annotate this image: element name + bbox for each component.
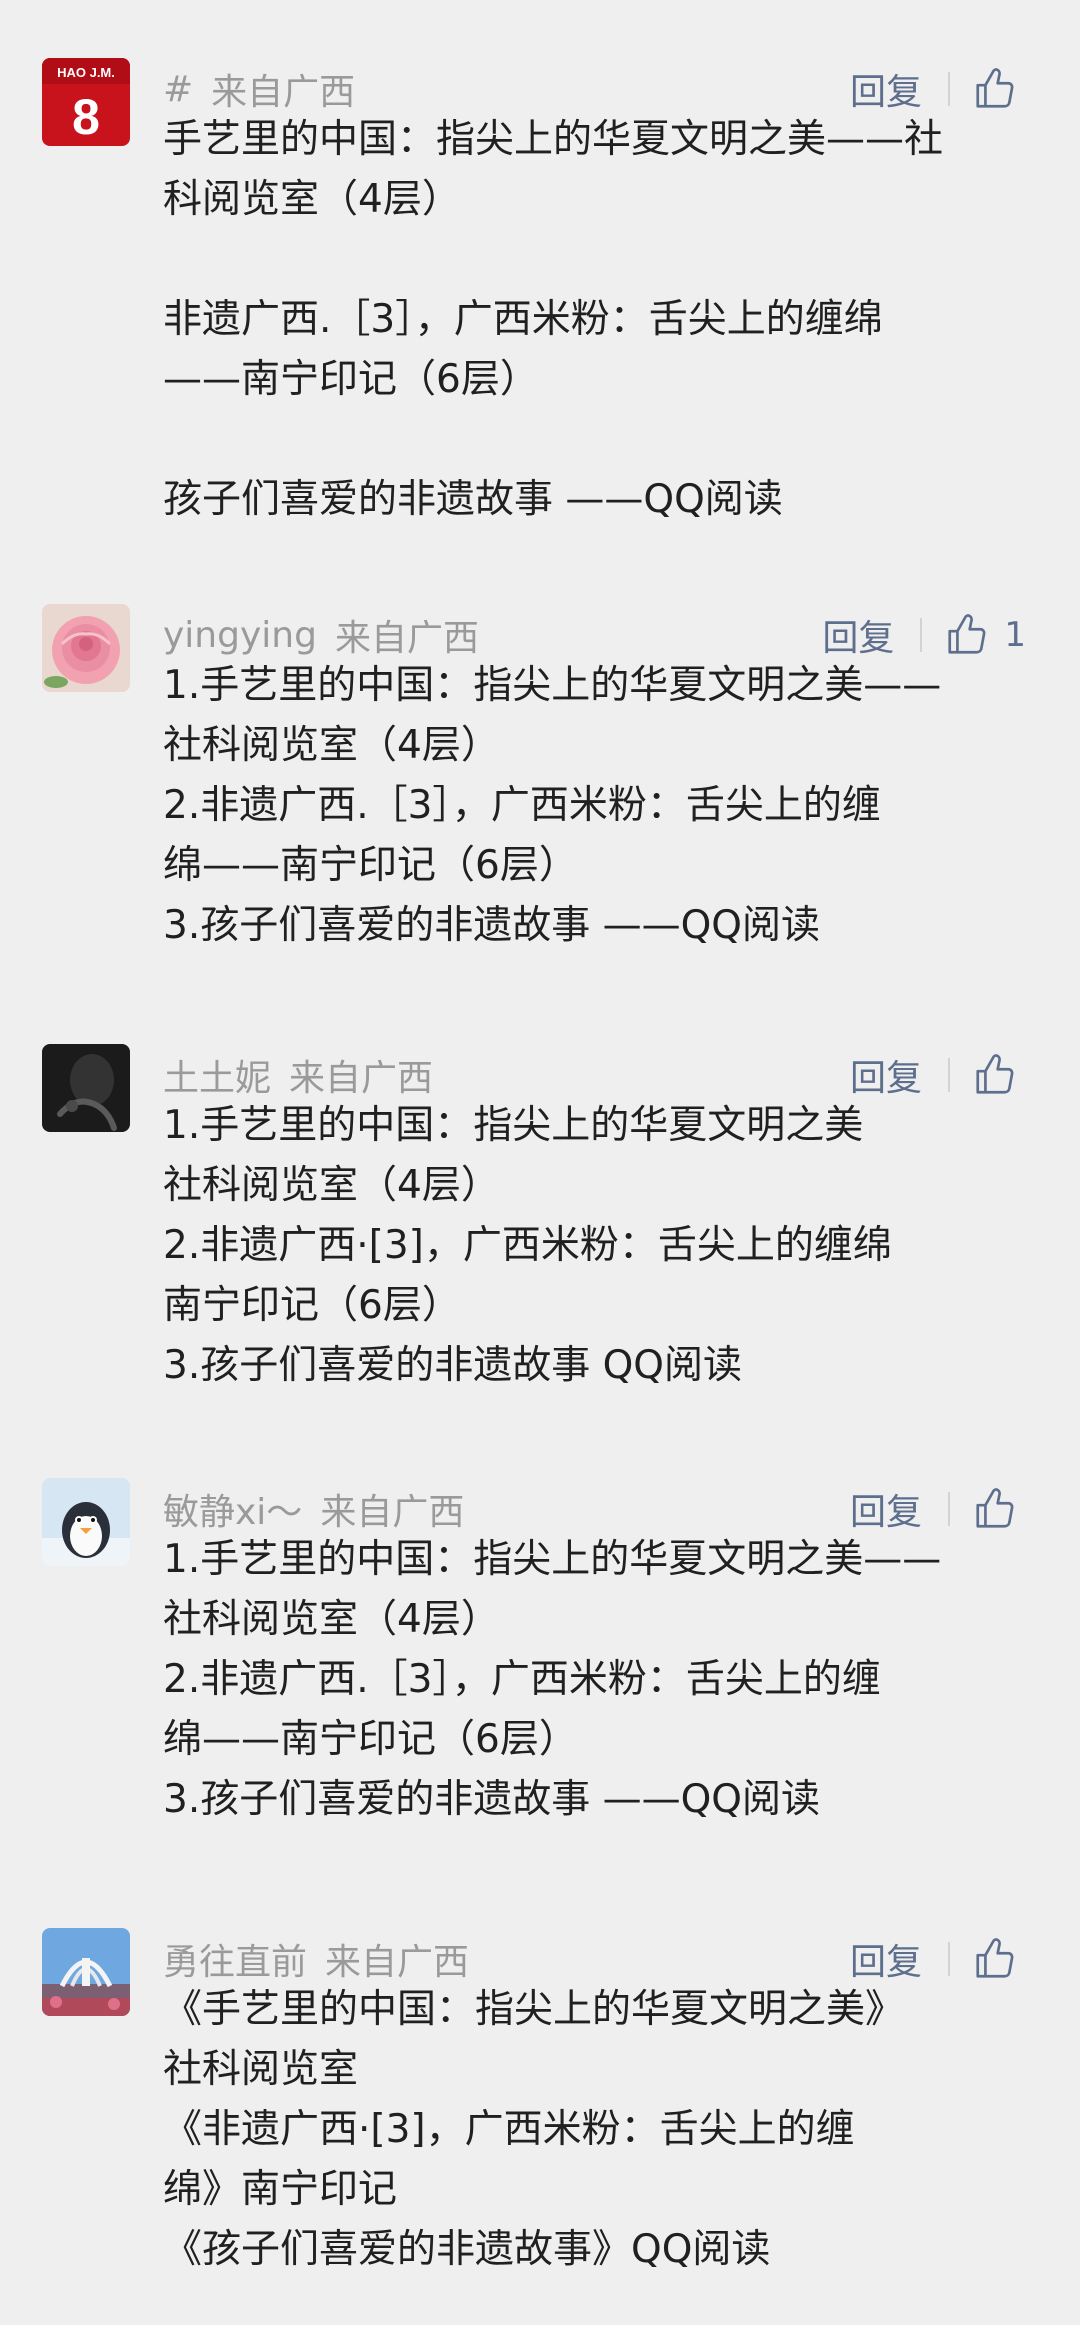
comment-line: 《孩子们喜爱的非遗故事》QQ阅读 [163, 2227, 771, 2272]
reply-button[interactable]: 回复 [822, 609, 894, 661]
avatar[interactable] [42, 1478, 130, 1566]
avatar[interactable] [42, 1044, 130, 1132]
commenter-name[interactable]: yingying [163, 615, 317, 656]
rose-avatar-image [42, 604, 130, 692]
comment-line: 2.非遗广西·[3]，广西米粉：舌尖上的缠绵 [163, 1223, 892, 1268]
comment-line: 非遗广西.［3］，广西米粉：舌尖上的缠绵 [163, 297, 883, 342]
jersey-avatar-image: HAO J.M. 8 [42, 58, 130, 146]
reply-button[interactable]: 回复 [850, 1933, 922, 1985]
comment-line: 社科阅览室 [163, 2047, 359, 2092]
comment-line: 2.非遗广西.［3］，广西米粉：舌尖上的缠 [163, 1657, 881, 1702]
comment-body: 1.手艺里的中国：指尖上的华夏文明之美—— 社科阅览室（4层） 2.非遗广西.［… [163, 1530, 1043, 1830]
svg-text:HAO J.M.: HAO J.M. [57, 65, 115, 80]
commenter-name[interactable]: 敏静xi～ [163, 1483, 302, 1535]
comment-line: 孩子们喜爱的非遗故事 ——QQ阅读 [163, 477, 783, 522]
comment-line: 1.手艺里的中国：指尖上的华夏文明之美 [163, 1103, 864, 1148]
location-label: 来自广西 [320, 1492, 465, 1533]
divider [948, 72, 950, 106]
comment-line: 社科阅览室（4层） [163, 1597, 500, 1642]
comment-line: 手艺里的中国：指尖上的华夏文明之美——社 [163, 117, 944, 162]
comment-body: 《手艺里的中国：指尖上的华夏文明之美》 社科阅览室 《非遗广西·[3]，广西米粉… [163, 1980, 1043, 2280]
comment-line: 3.孩子们喜爱的非遗故事 ——QQ阅读 [163, 1777, 821, 1822]
comment-line: 南宁印记（6层） [163, 1283, 461, 1328]
comment-line: 绵》南宁印记 [163, 2167, 398, 2212]
comment-body: 手艺里的中国：指尖上的华夏文明之美——社 科阅览室（4层） 非遗广西.［3］，广… [163, 110, 1043, 530]
location-label: 来自广西 [289, 1058, 434, 1099]
svg-text:8: 8 [72, 89, 100, 145]
comment-line: 绵——南宁印记（6层） [163, 843, 578, 888]
landmark-avatar-image [42, 1928, 130, 2016]
location-label: 来自广西 [334, 618, 479, 659]
comment-line: 3.孩子们喜爱的非遗故事 ——QQ阅读 [163, 903, 821, 948]
thumbs-up-icon[interactable] [972, 66, 1018, 112]
divider [948, 1492, 950, 1526]
comment-line: 1.手艺里的中国：指尖上的华夏文明之美—— [163, 1537, 942, 1582]
comment-line: 社科阅览室（4层） [163, 723, 500, 768]
commenter-name[interactable]: 勇往直前 [163, 1933, 307, 1985]
comment-list: HAO J.M. 8 # 来自广西 回复 手艺里的中国：指尖上的华夏文明之美——… [0, 0, 1080, 2325]
thumbs-up-icon[interactable] [944, 612, 990, 658]
thumbs-up-icon[interactable] [972, 1486, 1018, 1532]
comment-line: 科阅览室（4层） [163, 177, 461, 222]
comment-line: 《手艺里的中国：指尖上的华夏文明之美》 [163, 1987, 905, 2032]
dark-avatar-image [42, 1044, 130, 1132]
comment-line: 1.手艺里的中国：指尖上的华夏文明之美—— [163, 663, 942, 708]
like-count: 1 [1004, 615, 1026, 655]
comment-line [163, 230, 1043, 290]
commenter-name[interactable]: # [163, 69, 193, 110]
comment-line: 2.非遗广西.［3］，广西米粉：舌尖上的缠 [163, 783, 881, 828]
comment-line: 《非遗广西·[3]，广西米粉：舌尖上的缠 [163, 2107, 855, 2152]
comment-line [163, 410, 1043, 470]
comment-line: ——南宁印记（6层） [163, 357, 539, 402]
thumbs-up-icon[interactable] [972, 1052, 1018, 1098]
avatar[interactable] [42, 604, 130, 692]
location-label: 来自广西 [325, 1942, 470, 1983]
reply-button[interactable]: 回复 [850, 63, 922, 115]
comment-line: 绵——南宁印记（6层） [163, 1717, 578, 1762]
avatar[interactable]: HAO J.M. 8 [42, 58, 130, 146]
penguin-avatar-image [42, 1478, 130, 1566]
commenter-name[interactable]: 土土妮 [163, 1049, 271, 1101]
divider [948, 1942, 950, 1976]
thumbs-up-icon[interactable] [972, 1936, 1018, 1982]
divider [920, 618, 923, 652]
comment-line: 3.孩子们喜爱的非遗故事 QQ阅读 [163, 1343, 743, 1388]
reply-button[interactable]: 回复 [850, 1483, 922, 1535]
comment-body: 1.手艺里的中国：指尖上的华夏文明之美—— 社科阅览室（4层） 2.非遗广西.［… [163, 656, 1043, 956]
location-label: 来自广西 [211, 72, 356, 113]
avatar[interactable] [42, 1928, 130, 2016]
comment-line: 社科阅览室（4层） [163, 1163, 500, 1208]
divider [948, 1058, 950, 1092]
reply-button[interactable]: 回复 [850, 1049, 922, 1101]
comment-body: 1.手艺里的中国：指尖上的华夏文明之美 社科阅览室（4层） 2.非遗广西·[3]… [163, 1096, 1043, 1396]
